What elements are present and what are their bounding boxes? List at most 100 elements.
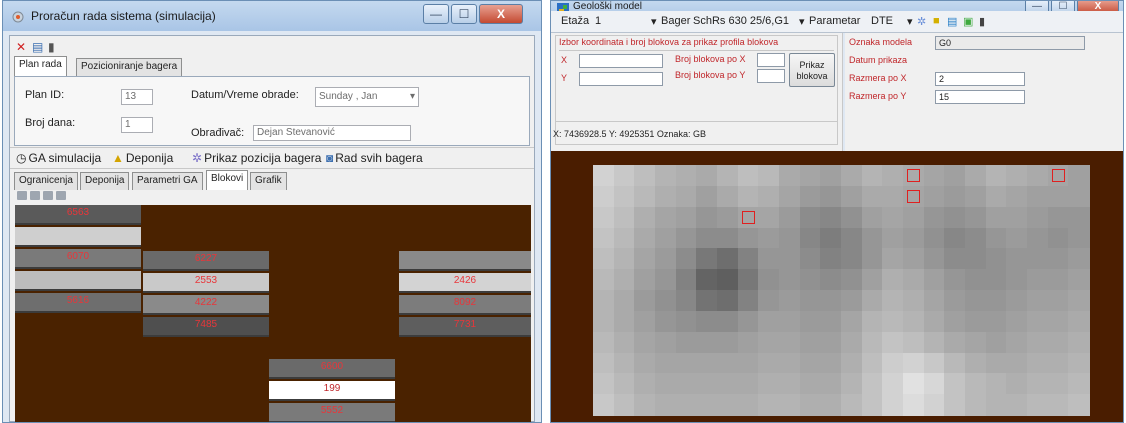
heatmap-cell: [861, 185, 883, 208]
heatmap-cell: [1047, 227, 1069, 249]
razmera-x-field[interactable]: 2: [935, 72, 1025, 86]
tab-parametri-ga[interactable]: Parametri GA: [132, 172, 203, 190]
heatmap-cell: [820, 373, 842, 395]
heatmap-cell: [965, 206, 987, 229]
tab-deponija[interactable]: Deponija: [80, 172, 130, 190]
heatmap-cell: [593, 227, 615, 249]
block-tool-icon[interactable]: [17, 191, 27, 200]
heatmap-cell: [944, 248, 966, 270]
block-cell[interactable]: 8092: [399, 295, 531, 315]
bager-select[interactable]: SchRs 630 25/6,G1: [693, 15, 789, 27]
tab-ogranicenja[interactable]: Ogranicenja: [14, 172, 78, 190]
heatmap-cell: [1027, 373, 1049, 395]
selection-marker[interactable]: [907, 189, 920, 203]
heatmap-cell: [696, 248, 718, 270]
save-icon[interactable]: ▤: [32, 40, 43, 54]
layers-icon[interactable]: ▤: [947, 15, 957, 28]
heatmap-cell: [1047, 373, 1069, 395]
block-tool-icon[interactable]: [56, 191, 66, 200]
tab-grafik[interactable]: Grafik: [250, 172, 287, 190]
heatmap-cell: [634, 373, 656, 395]
minimize-button[interactable]: —: [423, 4, 449, 24]
tab-plan-rada[interactable]: Plan rada: [14, 56, 67, 76]
prikaz-pozicija-button[interactable]: ✲ Prikaz pozicija bagera: [192, 151, 321, 165]
block-cell[interactable]: 199: [269, 381, 395, 401]
heatmap-cell: [841, 373, 863, 395]
block-cell[interactable]: 7731: [399, 317, 531, 337]
chevron-down-icon[interactable]: ▾: [907, 15, 913, 28]
broj-x-label: Broj blokova po X: [675, 54, 746, 64]
broj-y-field[interactable]: [757, 69, 785, 83]
block-cell[interactable]: 6600: [269, 359, 395, 379]
heatmap-cell: [820, 269, 842, 291]
etaza-select[interactable]: 1: [595, 15, 601, 27]
block-tool-icon[interactable]: [43, 191, 53, 200]
heatmap-cell: [779, 310, 801, 333]
obradivac-field[interactable]: Dejan Stevanović: [253, 125, 411, 141]
ga-simulacija-button[interactable]: ◷ GA simulacija: [16, 151, 101, 165]
rad-svih-bagera-button[interactable]: ◙ Rad svih bagera: [326, 151, 423, 165]
selection-marker[interactable]: [1051, 169, 1065, 182]
title-bar[interactable]: Proračun rada sistema (simulacija) — ☐ X: [3, 1, 541, 31]
block-cell[interactable]: [15, 227, 141, 247]
geology-heatmap[interactable]: [593, 165, 1090, 416]
heatmap-cell: [1068, 352, 1090, 374]
grid-icon[interactable]: ▣: [963, 15, 973, 28]
yellow-marker-icon[interactable]: ■: [933, 15, 940, 27]
block-cell[interactable]: 5616: [15, 293, 141, 313]
heatmap-cell: [717, 206, 739, 229]
blocks-canvas[interactable]: 6563 6070 5616 6227 2553 4222 7485 6600 199 5552 2…: [15, 205, 531, 422]
block-cell[interactable]: 5552: [269, 403, 395, 422]
maximize-button[interactable]: ☐: [451, 4, 477, 24]
app-icon: [11, 10, 25, 24]
parametar-select[interactable]: DTE: [871, 15, 893, 27]
heatmap-cell: [1068, 310, 1090, 333]
tab-blokovi[interactable]: Blokovi: [206, 170, 249, 190]
deponija-button[interactable]: ▲ Deponija: [112, 151, 173, 165]
geology-canvas[interactable]: [551, 151, 1123, 422]
tab-pozicioniranje-bagera[interactable]: Pozicioniranje bagera: [76, 58, 183, 76]
heatmap-cell: [634, 185, 656, 208]
block-tool-icon[interactable]: [30, 191, 40, 200]
prikaz-blokova-button[interactable]: Prikaz blokova: [789, 53, 835, 87]
chevron-down-icon[interactable]: ▾: [651, 15, 657, 28]
info-icon[interactable]: ▮: [979, 15, 985, 28]
broj-dana-field[interactable]: 1: [121, 117, 153, 133]
heatmap-cell: [820, 165, 842, 187]
info-icon[interactable]: ▮: [48, 40, 55, 54]
heatmap-cell: [903, 331, 925, 354]
settings-icon[interactable]: ✲: [917, 15, 926, 28]
heatmap-cell: [903, 394, 925, 416]
broj-x-field[interactable]: [757, 53, 785, 67]
clock-icon: ◷: [16, 151, 27, 165]
razmera-y-field[interactable]: 15: [935, 90, 1025, 104]
delete-icon[interactable]: ✕: [16, 40, 26, 54]
block-cell[interactable]: 6227: [143, 251, 269, 271]
x-coordinate-field[interactable]: [579, 54, 663, 68]
block-cell[interactable]: [399, 251, 531, 271]
block-cell[interactable]: 7485: [143, 317, 269, 337]
heatmap-cell: [634, 165, 656, 187]
block-cell[interactable]: 6070: [15, 249, 141, 269]
heatmap-cell: [634, 227, 656, 249]
chevron-down-icon[interactable]: ▾: [799, 15, 805, 28]
plan-id-field[interactable]: 13: [121, 89, 153, 105]
selection-marker[interactable]: [741, 210, 755, 224]
selection-marker[interactable]: [907, 169, 920, 182]
block-value: 7731: [453, 319, 477, 330]
block-cell[interactable]: 2553: [143, 273, 269, 293]
heatmap-cell: [923, 227, 945, 249]
block-cell[interactable]: [15, 271, 141, 291]
heatmap-cell: [758, 206, 780, 229]
heatmap-cell: [758, 394, 780, 416]
datetime-picker[interactable]: Sunday , Jan ▾: [315, 87, 419, 107]
y-coordinate-field[interactable]: [579, 72, 663, 86]
heatmap-cell: [717, 227, 739, 249]
datum-label: Datum prikaza: [849, 55, 908, 65]
block-cell[interactable]: 4222: [143, 295, 269, 315]
block-cell[interactable]: 2426: [399, 273, 531, 293]
block-cell[interactable]: 6563: [15, 205, 141, 225]
blocks-toolbar: [17, 191, 69, 205]
close-button[interactable]: X: [479, 4, 523, 24]
heatmap-cell: [613, 185, 635, 208]
